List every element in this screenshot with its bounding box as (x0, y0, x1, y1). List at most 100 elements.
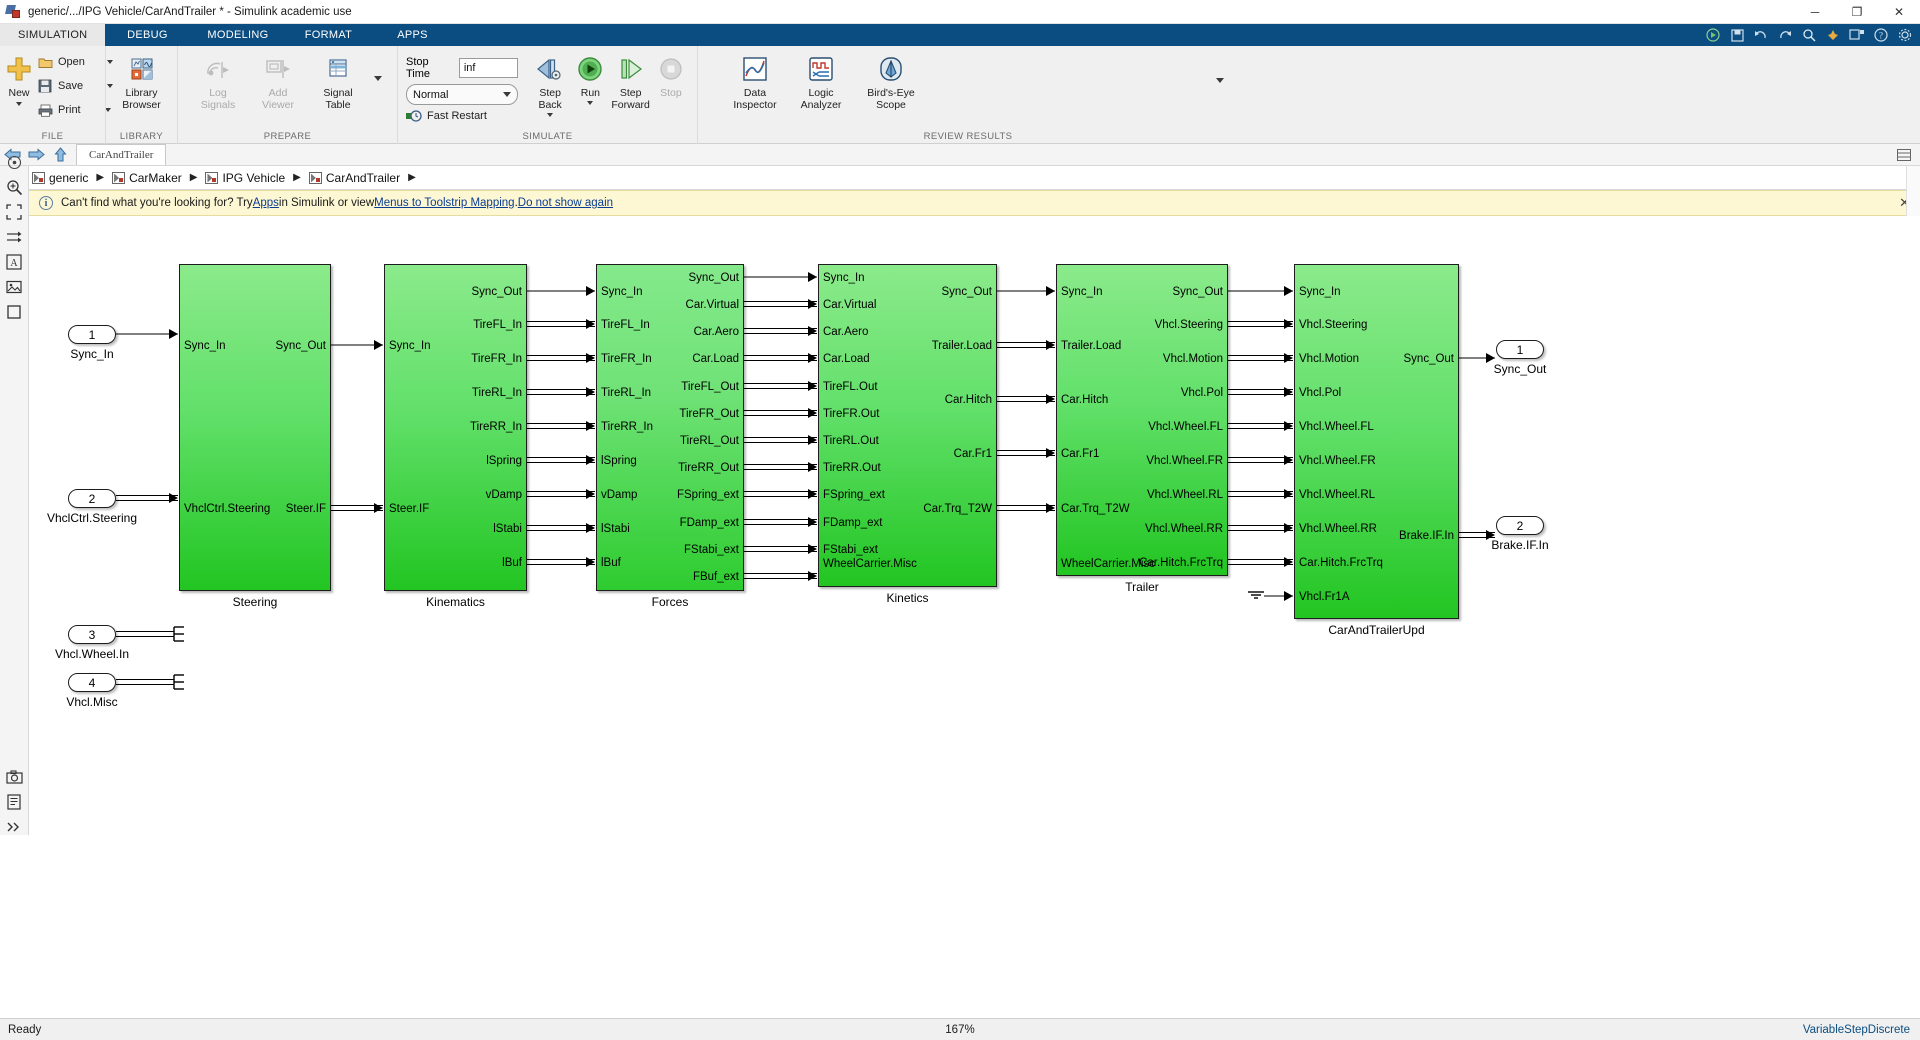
minimize-button[interactable]: ─ (1794, 0, 1836, 24)
simulation-mode-select[interactable]: Normal (406, 84, 518, 105)
image-icon[interactable] (4, 279, 24, 296)
model-tab-carandtrailer[interactable]: CarAndTrailer (76, 144, 167, 165)
port-out-car-load: Car.Load (692, 353, 739, 365)
birds-eye-scope-button[interactable]: Bird's-Eye Scope (854, 50, 928, 111)
library-browser-button[interactable]: Library Browser (112, 50, 171, 111)
step-back-caret-icon[interactable] (547, 113, 554, 117)
port-out-vhcl-wheel-fr: Vhcl.Wheel.FR (1146, 455, 1223, 467)
print-label: Print (58, 104, 81, 116)
new-caret-icon[interactable] (16, 102, 22, 106)
block-trailer[interactable]: Sync_In Trailer.Load Car.Hitch Car.Fr1 Car.T… (1056, 264, 1228, 576)
block-label-kinetics: Kinetics (886, 591, 929, 605)
outport-2[interactable]: 2 (1496, 516, 1544, 535)
diagram-layer: Sync_In VhclCtrl.Steering Sync_Out Steer.IF… (30, 216, 1920, 835)
breadcrumb-item-ipg-vehicle[interactable]: IPG Vehicle (203, 171, 287, 185)
port-in-car-hitch-frctrq: Car.Hitch.FrcTrq (1299, 557, 1383, 569)
fit-to-view-icon[interactable] (4, 204, 24, 221)
breadcrumb-item-carandtrailer[interactable]: CarAndTrailer (307, 171, 402, 185)
model-block-icon (112, 171, 126, 184)
qa-settings-icon[interactable] (1894, 25, 1916, 45)
breadcrumb-item-generic[interactable]: generic (30, 171, 90, 185)
inport-4[interactable]: 4 (68, 673, 116, 692)
port-in-tirerr-out: TireRR.Out (823, 462, 881, 474)
area-icon[interactable] (4, 303, 24, 320)
ribbon-filler (1238, 46, 1920, 143)
report-icon[interactable] (4, 793, 24, 810)
expand-chevrons-icon[interactable] (4, 818, 24, 835)
tab-format[interactable]: FORMAT (287, 24, 371, 46)
port-out-vhcl-motion: Vhcl.Motion (1162, 353, 1223, 365)
stop-time-input[interactable]: inf (458, 58, 518, 78)
status-solver-label[interactable]: VariableStepDiscrete (1803, 1024, 1920, 1036)
fast-restart-toggle[interactable]: Fast Restart (406, 110, 518, 122)
inport-2[interactable]: 2 (68, 489, 116, 508)
banner-link-apps[interactable]: Apps (253, 197, 279, 209)
breadcrumb-separator: ▶ (96, 172, 105, 183)
review-results-more-caret[interactable] (1216, 50, 1232, 110)
new-button[interactable]: New (6, 50, 32, 106)
qa-layout-icon[interactable] (1846, 25, 1868, 45)
qa-save-icon[interactable] (1726, 25, 1748, 45)
stop-icon (658, 53, 684, 85)
qa-search-icon[interactable] (1798, 25, 1820, 45)
run-caret-icon[interactable] (587, 101, 594, 105)
banner-link-do-not-show-again[interactable]: Do not show again (518, 197, 613, 209)
banner-text-mid: in Simulink or view (278, 197, 375, 209)
grid-view-icon[interactable] (1892, 145, 1916, 165)
port-in-vhcl-wheel-rl: Vhcl.Wheel.RL (1299, 489, 1376, 501)
inport-1[interactable]: 1 (68, 325, 116, 344)
log-signals-button[interactable]: Log Signals (188, 50, 248, 111)
close-button[interactable]: ✕ (1878, 0, 1920, 24)
add-viewer-button[interactable]: Add Viewer (248, 50, 308, 111)
print-button[interactable]: Print (34, 98, 115, 122)
port-out-fdamp-ext: FDamp_ext (679, 517, 739, 529)
run-button[interactable]: Run (570, 50, 610, 105)
qa-redo-icon[interactable] (1774, 25, 1796, 45)
port-in-lspring: lSpring (601, 455, 637, 467)
breadcrumb-item-carmaker[interactable]: CarMaker (110, 171, 184, 185)
port-out-trailer-load: Trailer.Load (931, 340, 992, 352)
status-zoom-level[interactable]: 167% (945, 1024, 974, 1036)
stop-button[interactable]: Stop (651, 50, 691, 99)
prepare-more-caret[interactable] (374, 50, 382, 106)
save-button[interactable]: Save (34, 74, 115, 98)
forward-arrow-icon[interactable] (24, 145, 48, 165)
tab-modeling[interactable]: MODELING (189, 24, 286, 46)
banner-link-menus-to-toolstrip[interactable]: Menus to Toolstrip Mapping (374, 197, 514, 209)
qa-help-icon[interactable]: ? (1870, 25, 1892, 45)
block-forces[interactable]: Sync_In TireFL_In TireFR_In TireRL_In TireRR… (596, 264, 744, 591)
logic-analyzer-button[interactable]: Logic Analyzer (788, 50, 854, 111)
tab-debug[interactable]: DEBUG (105, 24, 189, 46)
camera-icon[interactable] (4, 768, 24, 785)
step-forward-button[interactable]: Step Forward (611, 50, 651, 111)
maximize-button[interactable]: ❐ (1836, 0, 1878, 24)
zoom-fit-icon[interactable] (4, 179, 24, 196)
logic-analyzer-icon (807, 53, 835, 85)
block-steering[interactable]: Sync_In VhclCtrl.Steering Sync_Out Steer.IF (179, 264, 331, 591)
outport-1[interactable]: 1 (1496, 340, 1544, 359)
data-inspector-button[interactable]: Data Inspector (722, 50, 788, 111)
open-label: Open (58, 56, 85, 68)
tab-simulation[interactable]: SIMULATION (0, 24, 106, 46)
tab-apps[interactable]: APPS (371, 24, 455, 46)
signal-table-button[interactable]: Signal Table (308, 50, 368, 111)
block-carandtrailerupd[interactable]: Sync_In Vhcl.Steering Vhcl.Motion Vhcl.Pol V… (1294, 264, 1459, 619)
library-browser-icon (129, 53, 155, 85)
qa-run-icon[interactable] (1702, 25, 1724, 45)
qa-pin-icon[interactable] (1822, 25, 1844, 45)
open-button[interactable]: Open (34, 50, 115, 74)
block-kinematics[interactable]: Sync_In Steer.IF Sync_Out TireFL_In TireFR_I… (384, 264, 527, 591)
qa-undo-icon[interactable] (1750, 25, 1772, 45)
inport-3[interactable]: 3 (68, 625, 116, 644)
simulink-canvas[interactable]: Sync_In VhclCtrl.Steering Sync_Out Steer.IF… (30, 216, 1920, 835)
explore-icon[interactable] (4, 154, 24, 171)
step-back-button[interactable]: Step Back (530, 50, 570, 117)
annotation-icon[interactable]: A (4, 254, 24, 271)
block-kinetics[interactable]: Sync_In Car.Virtual Car.Aero Car.Load TireFL… (818, 264, 997, 587)
navigate-arrow-icon[interactable] (4, 229, 24, 246)
up-arrow-icon[interactable] (48, 145, 72, 165)
stop-label: Stop (660, 87, 682, 99)
ribbon-group-simulate: Stop Time inf Normal Fast Restart Step B… (397, 46, 697, 144)
port-out-tirerr-out: TireRR_Out (678, 462, 739, 474)
birds-eye-scope-label: Bird's-Eye Scope (867, 87, 915, 111)
